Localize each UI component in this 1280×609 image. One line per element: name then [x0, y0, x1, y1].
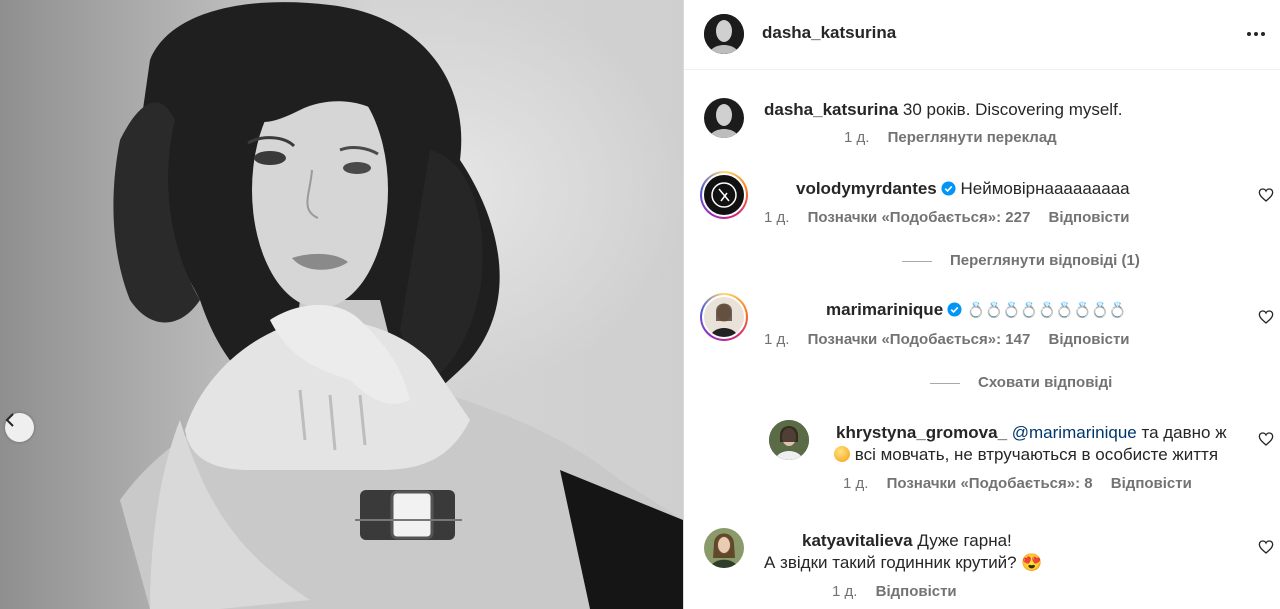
heart-icon[interactable] [1258, 431, 1274, 447]
view-replies-button[interactable]: Переглянути відповіді (1) [902, 252, 1140, 269]
comment-line2: А звідки такий годинник крутий? 😍 [764, 551, 1043, 574]
author-username[interactable]: dasha_katsurina [762, 23, 896, 43]
comment-username[interactable]: khrystyna_gromova_ [836, 423, 1007, 442]
comment-time: 1 д. [832, 583, 858, 600]
caption-username[interactable]: dasha_katsurina [764, 100, 898, 119]
comment-username[interactable]: marimarinique [826, 300, 943, 319]
more-options-button[interactable] [1241, 22, 1271, 46]
heart-icon[interactable] [1258, 309, 1274, 325]
mention-link[interactable]: @marimarinique [1012, 423, 1137, 442]
comment-text-line2: всі мовчать, не втручаються в особисте ж… [854, 445, 1219, 464]
hide-replies-button[interactable]: Сховати відповіді [930, 374, 1112, 391]
dot-icon [1247, 32, 1251, 36]
comment-meta: 1 д. Позначки «Подобається»: 147 Відпові… [764, 331, 1144, 348]
caption-meta: 1 д. Переглянути переклад [844, 129, 1071, 146]
heart-icon[interactable] [1258, 187, 1274, 203]
avatar-image [704, 98, 744, 138]
reply-button[interactable]: Відповісти [1048, 331, 1129, 348]
avatar-image [704, 14, 744, 54]
verified-badge-icon [941, 181, 956, 196]
comment-text: Неймовірнааааааааа [960, 179, 1130, 198]
reply-comment: khrystyna_gromova_ @marimarinique та дав… [836, 421, 1256, 444]
comment-avatar[interactable] [704, 528, 744, 568]
heart-icon[interactable] [1258, 539, 1274, 555]
comment-likes-count[interactable]: Позначки «Подобається»: 227 [808, 209, 1031, 226]
comment-meta: 1 д. Відповісти [832, 583, 971, 600]
comment-avatar[interactable] [769, 420, 809, 460]
comment-time: 1 д. [764, 209, 790, 226]
comment: volodymyrdantes Неймовірнааааааааа [796, 177, 1130, 200]
dot-icon [1261, 32, 1265, 36]
comment-text: 💍💍💍💍💍💍💍💍💍 [966, 302, 1127, 319]
chevron-left-icon [5, 413, 14, 427]
comment: marimarinique 💍💍💍💍💍💍💍💍💍 [826, 298, 1127, 322]
portrait-illustration [113, 2, 683, 609]
comment-text-line1: та давно ж [1141, 423, 1227, 442]
caption: dasha_katsurina 30 років. Discovering my… [764, 98, 1123, 121]
avatar-image [769, 420, 809, 460]
reply-button[interactable]: Відповісти [876, 583, 957, 600]
reply-comment-line2: всі мовчать, не втручаються в особисте ж… [834, 443, 1218, 466]
previous-photo-button[interactable] [5, 413, 34, 442]
avatar-image [702, 173, 746, 217]
comment-likes-count[interactable]: Позначки «Подобається»: 8 [887, 475, 1093, 492]
comment-meta: 1 д. Позначки «Подобається»: 227 Відпові… [764, 209, 1144, 226]
verified-badge-icon [947, 302, 962, 317]
comment-time: 1 д. [764, 331, 790, 348]
comment-avatar[interactable] [700, 171, 748, 219]
comment-avatar[interactable] [700, 293, 748, 341]
comment-meta: 1 д. Позначки «Подобається»: 8 Відповіст… [843, 475, 1206, 492]
reply-button[interactable]: Відповісти [1048, 209, 1129, 226]
comment-likes-count[interactable]: Позначки «Подобається»: 147 [808, 331, 1031, 348]
comment-text-line1: Дуже гарна! [917, 531, 1012, 550]
comment-username[interactable]: volodymyrdantes [796, 179, 937, 198]
comment-username[interactable]: katyavitalieva [802, 531, 913, 550]
dot-icon [1254, 32, 1258, 36]
author-avatar[interactable] [704, 14, 744, 54]
post-photo[interactable] [0, 0, 683, 609]
post-side-panel: dasha_katsurina dasha_katsurina 30 років… [683, 0, 1280, 609]
caption-author-avatar[interactable] [704, 98, 744, 138]
comment-text-line2: А звідки такий годинник крутий? 😍 [764, 553, 1043, 572]
see-translation-link[interactable]: Переглянути переклад [888, 129, 1057, 146]
caption-time: 1 д. [844, 129, 870, 146]
caption-text: 30 років. Discovering myself. [902, 100, 1123, 119]
grin-emoji-icon [834, 446, 850, 462]
avatar-image [704, 528, 744, 568]
reply-button[interactable]: Відповісти [1111, 475, 1192, 492]
comment-time: 1 д. [843, 475, 869, 492]
comment: katyavitalieva Дуже гарна! [802, 529, 1012, 552]
post-header: dasha_katsurina [684, 0, 1280, 70]
avatar-image [702, 295, 746, 339]
